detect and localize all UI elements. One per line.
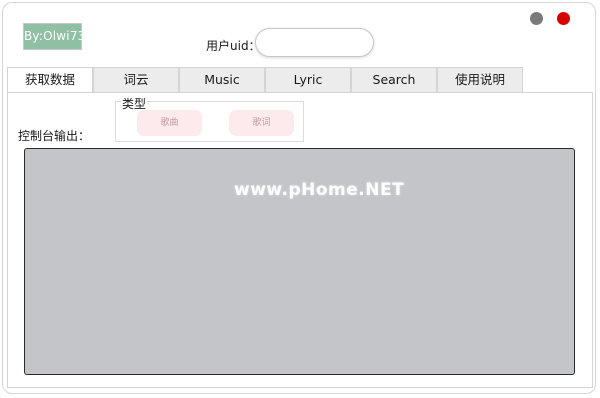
tab-lyric[interactable]: Lyric [265, 67, 351, 93]
uid-input[interactable] [255, 28, 374, 57]
tab-search[interactable]: Search [351, 67, 437, 93]
close-button[interactable] [557, 12, 570, 25]
lyric-type-button[interactable]: 歌词 [229, 110, 294, 136]
uid-label: 用户uid： [206, 39, 261, 53]
minimize-button[interactable] [530, 12, 543, 25]
watermark: www.pHome.NET [234, 180, 405, 200]
app-logo: By:Olwi73 [23, 23, 85, 50]
tab-get-data[interactable]: 获取数据 [7, 67, 93, 94]
console-label: 控制台输出： [18, 129, 91, 143]
tab-word-cloud[interactable]: 词云 [93, 67, 179, 93]
tab-help[interactable]: 使用说明 [437, 67, 523, 93]
tab-music[interactable]: Music [179, 67, 265, 93]
song-type-button[interactable]: 歌曲 [137, 110, 202, 136]
